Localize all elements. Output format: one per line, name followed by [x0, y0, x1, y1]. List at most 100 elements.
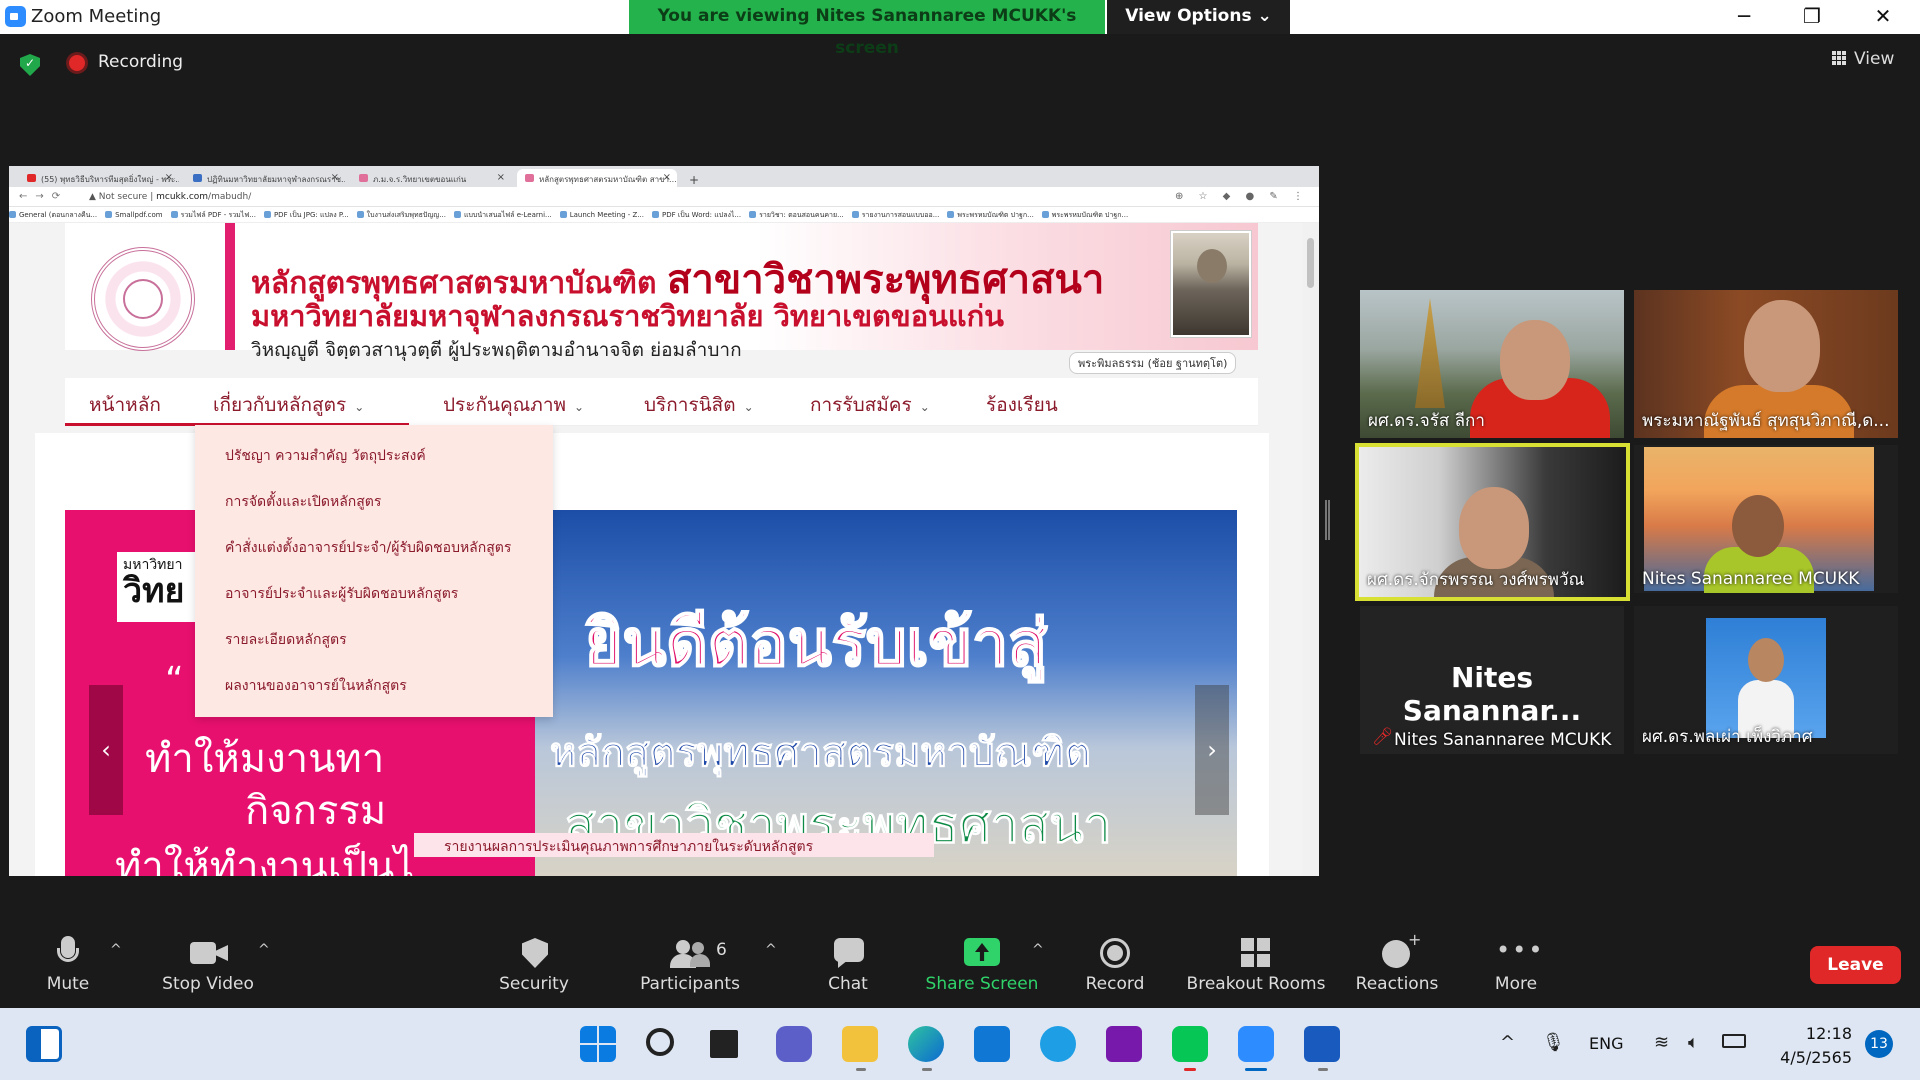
close-button[interactable]: ✕: [1849, 0, 1917, 34]
close-icon[interactable]: ×: [497, 172, 505, 183]
more-dots-icon: •••: [1496, 936, 1545, 964]
audio-options-caret[interactable]: ^: [110, 942, 122, 958]
bookmark-item[interactable]: ใบงานส่งเสริมพุทธปัญญ...: [357, 210, 446, 221]
bookmark-item[interactable]: รายงานการสอนแบบออ...: [852, 210, 940, 221]
edge-browser-icon[interactable]: [908, 1026, 944, 1062]
nav-item-complaints[interactable]: ร้องเรียน: [986, 390, 1058, 420]
microphone-tray-icon[interactable]: 🎙︎: [1542, 1032, 1565, 1053]
start-menu-icon[interactable]: [580, 1026, 616, 1062]
bookmark-item[interactable]: PDF เป็น Word: แปลงไ...: [652, 210, 741, 221]
skype-icon[interactable]: [1040, 1026, 1076, 1062]
nav-item-home[interactable]: หน้าหลัก: [89, 390, 161, 420]
mail-icon[interactable]: [974, 1026, 1010, 1062]
reactions-button[interactable]: + Reactions: [1340, 930, 1454, 994]
monk-portrait-image: [1171, 231, 1251, 337]
security-label: Not secure: [98, 192, 148, 202]
participant-tile[interactable]: ผศ.ดร.จรัส ลีกา: [1360, 290, 1624, 438]
leave-button[interactable]: Leave: [1810, 946, 1901, 984]
participant-tile-active-speaker[interactable]: ผศ.ดร.จักรพรรณ วงศ์พรพวัณ: [1355, 443, 1630, 601]
shield-icon: [496, 934, 572, 970]
widgets-icon[interactable]: [26, 1026, 62, 1062]
browser-tab[interactable]: (55) พุทธวิธีบริหารทีมสุดยิ่งใหญ่ - พระ.…: [19, 169, 179, 187]
page-scrollbar[interactable]: [1302, 223, 1319, 876]
share-screen-icon: [924, 934, 1040, 970]
bookmark-item[interactable]: Launch Meeting - Z...: [560, 211, 644, 219]
share-options-caret[interactable]: ^: [1032, 942, 1044, 958]
new-tab-button[interactable]: +: [681, 169, 711, 187]
record-button[interactable]: Record: [1082, 934, 1148, 994]
dropdown-item[interactable]: คำสั่งแต่งตั้งอาจารย์ประจำ/ผู้รับผิดชอบห…: [225, 537, 511, 559]
minimize-button[interactable]: ─: [1710, 0, 1778, 34]
chevron-up-icon[interactable]: ^: [1500, 1032, 1515, 1053]
participant-tile[interactable]: Nites Sanannaree MCUKK: [1634, 445, 1898, 593]
bookmark-item[interactable]: PDF เป็น JPG: แปลง P...: [264, 210, 349, 221]
view-button[interactable]: View: [1832, 49, 1894, 69]
chat-button[interactable]: Chat: [818, 934, 878, 994]
browser-tab[interactable]: ภ.ม.จ.ร.วิทยาเขตขอนแก่น ×: [351, 169, 511, 187]
notification-badge[interactable]: 13: [1865, 1030, 1893, 1058]
participants-button[interactable]: 6 Participants: [640, 934, 740, 994]
slider-prev-button[interactable]: ‹: [89, 685, 123, 815]
restore-button[interactable]: ❐: [1778, 0, 1846, 34]
nav-item-about-program[interactable]: เกี่ยวกับหลักสูตร ⌄: [213, 390, 364, 420]
dropdown-item[interactable]: รายละเอียดหลักสูตร: [225, 629, 347, 651]
video-options-caret[interactable]: ^: [258, 942, 270, 958]
breakout-rooms-button[interactable]: Breakout Rooms: [1185, 934, 1327, 994]
bookmark-item[interactable]: พระพรหมบัณฑิต ปาฐก...: [1042, 210, 1128, 221]
participant-tile[interactable]: Nites Sanannar... 🎤︎ Nites Sanannaree MC…: [1360, 606, 1624, 754]
zoom-app-icon[interactable]: [1238, 1026, 1274, 1062]
participant-tile[interactable]: พระมหาณัฐพันธ์ สุทสุนวิภาณี,ด...: [1634, 290, 1898, 438]
browser-tab-active[interactable]: หลักสูตรพุทธศาสตรมหาบัณฑิต สาขา... ×: [517, 169, 677, 187]
dropdown-item[interactable]: การจัดตั้งและเปิดหลักสูตร: [225, 491, 381, 513]
nav-arrows-icon[interactable]: ←→⟳: [19, 191, 68, 202]
battery-icon[interactable]: [1722, 1034, 1746, 1048]
volume-icon[interactable]: 🔈︎: [1688, 1032, 1699, 1053]
nav-item-quality-assurance[interactable]: ประกันคุณภาพ ⌄: [443, 390, 584, 420]
word-icon[interactable]: [1304, 1026, 1340, 1062]
splitter-handle[interactable]: [1325, 500, 1330, 540]
tab-title: ปฏิทินมหาวิทยาลัยมหาจุฬาลงกรณราช...: [207, 175, 345, 184]
bookmark-item[interactable]: รวมไฟล์ PDF - รวมไฟ...: [171, 210, 256, 221]
task-view-icon[interactable]: [710, 1030, 738, 1058]
encryption-shield-icon[interactable]: ✓: [20, 54, 40, 76]
nav-item-admission[interactable]: การรับสมัคร ⌄: [810, 390, 930, 420]
chevron-down-icon: ⌄: [919, 400, 930, 414]
teams-chat-icon[interactable]: [776, 1026, 812, 1062]
dropdown-item[interactable]: ปรัชญา ความสำคัญ วัตถุประสงค์: [225, 445, 426, 467]
view-options-button[interactable]: View Options ⌄: [1107, 0, 1290, 34]
url-field[interactable]: ▲ Not secure | mcukk.com/mabudh/: [89, 192, 251, 202]
close-icon[interactable]: ×: [663, 172, 671, 183]
onenote-icon[interactable]: [1106, 1026, 1142, 1062]
report-link[interactable]: รายงานผลการประเมินคุณภาพการศึกษาภายในระด…: [414, 833, 934, 857]
browser-tab[interactable]: ปฏิทินมหาวิทยาลัยมหาจุฬาลงกรณราช... ×: [185, 169, 345, 187]
clock[interactable]: 12:18 4/5/2565: [1752, 1022, 1852, 1070]
extension-icons[interactable]: ⊕ ☆ ◆ ● ✎ ⋮: [1175, 191, 1309, 202]
mute-button[interactable]: Mute: [40, 934, 96, 994]
dropdown-item[interactable]: ผลงานของอาจารย์ในหลักสูตร: [225, 675, 407, 697]
bookmark-item[interactable]: Smallpdf.com: [105, 211, 162, 219]
share-screen-button[interactable]: Share Screen: [924, 934, 1040, 994]
bookmark-item[interactable]: General (ตอนกลางคืน...: [9, 210, 97, 221]
more-label: More: [1494, 974, 1538, 994]
close-icon[interactable]: ×: [165, 172, 173, 183]
close-icon[interactable]: ×: [331, 172, 339, 183]
bookmark-item[interactable]: รายวิชา: ตอนสอนคนคาย...: [749, 210, 844, 221]
file-explorer-icon[interactable]: [842, 1026, 878, 1062]
participant-tile[interactable]: ผศ.ดร.พลเผ่า เพ็งวิภาศ: [1634, 606, 1898, 754]
line-app-icon[interactable]: [1172, 1026, 1208, 1062]
participants-options-caret[interactable]: ^: [765, 942, 777, 958]
search-icon[interactable]: [646, 1028, 674, 1056]
input-language[interactable]: ENG: [1589, 1034, 1623, 1053]
slider-next-button[interactable]: ›: [1195, 685, 1229, 815]
stop-video-button[interactable]: Stop Video: [158, 934, 258, 994]
bookmark-item[interactable]: แบบนำเสนอไฟล์ e-Learni...: [454, 210, 552, 221]
nav-item-student-services[interactable]: บริการนิสิต ⌄: [644, 390, 754, 420]
more-button[interactable]: ••• More: [1484, 934, 1548, 994]
zoom-logo-icon: [5, 6, 26, 27]
dropdown-item[interactable]: อาจารย์ประจำและผู้รับผิดชอบหลักสูตร: [225, 583, 458, 605]
security-button[interactable]: Security: [496, 934, 572, 994]
wifi-icon[interactable]: ≋: [1654, 1032, 1669, 1053]
bookmark-item[interactable]: พระพรหมบัณฑิต ปาฐก...: [947, 210, 1033, 221]
stop-video-label: Stop Video: [162, 974, 254, 994]
microphone-icon: [40, 934, 96, 970]
